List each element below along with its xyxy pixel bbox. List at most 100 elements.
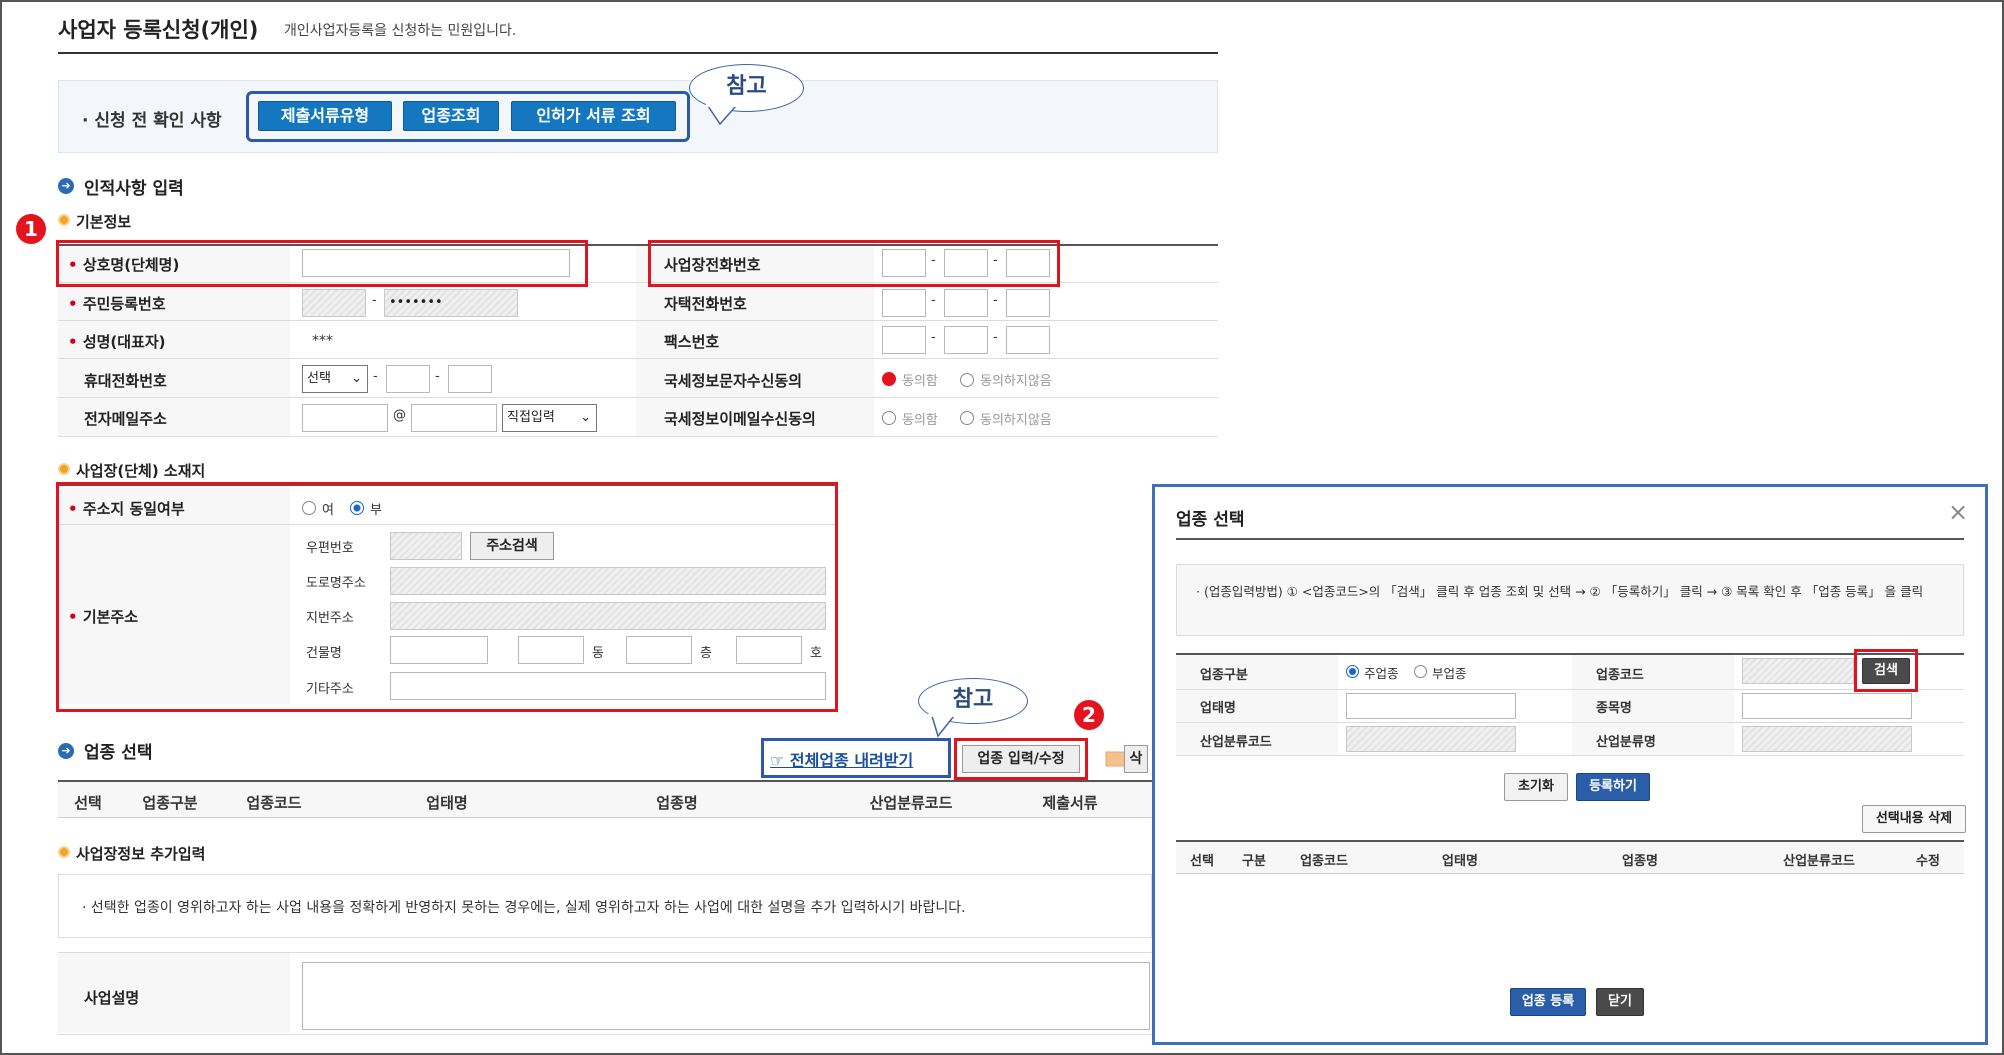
dash: - [372, 293, 377, 308]
row-rule [58, 397, 1218, 398]
subsection-bullet-icon [58, 214, 70, 226]
dash: - [373, 369, 378, 384]
industry-delete-button-partial[interactable]: 삭 [1124, 745, 1148, 773]
email-domain-select[interactable]: 직접입력 ⌄ [502, 404, 597, 432]
step-badge-2: 2 [1074, 700, 1104, 730]
permit-docs-lookup-button[interactable]: 인허가 서류 조회 [511, 101, 676, 131]
business-section-title: 업종 선택 [84, 743, 153, 763]
resident-number-front-input [302, 289, 366, 317]
resident-number-label: • 주민등록번호 [68, 295, 166, 313]
modal-biz-label: 업태명 [1200, 701, 1236, 716]
email-id-input[interactable] [302, 404, 388, 432]
sub-type-label: 부업종 [1432, 666, 1467, 681]
business-table-header [58, 782, 1152, 818]
mobile-last-input[interactable] [448, 365, 492, 393]
modal-industry-name-input [1742, 726, 1912, 752]
sms-consent-agree-radio[interactable] [882, 372, 896, 386]
section-bullet-icon: ➜ [58, 178, 74, 194]
modal-col-class-code: 산업분류코드 [1783, 854, 1855, 869]
fax-3-input[interactable] [1006, 326, 1050, 354]
sub-type-radio[interactable] [1414, 665, 1427, 678]
modal-guide-text: · (업종입력방법) ① <업종코드>의 「검색」 클릭 후 업종 조회 및 선… [1196, 584, 1924, 599]
dash: - [931, 293, 936, 308]
business-desc-textarea[interactable] [302, 962, 1150, 1030]
modal-industry-code-label: 산업분류코드 [1200, 735, 1272, 750]
title-divider [58, 52, 1218, 54]
dash: - [435, 369, 440, 384]
email-consent-disagree-label: 동의하지않음 [980, 413, 1052, 428]
main-type-radio[interactable] [1346, 665, 1359, 678]
email-consent-agree-radio[interactable] [882, 411, 896, 425]
row-rule [58, 1034, 1152, 1035]
fax-1-input[interactable] [882, 326, 926, 354]
industry-lookup-button[interactable]: 업종조회 [403, 101, 499, 131]
row-rule [1176, 722, 1964, 723]
modal-col-code: 업종코드 [1300, 854, 1348, 869]
mobile-middle-input[interactable] [386, 365, 430, 393]
callout-tail-1 [706, 104, 740, 126]
modal-biz-input[interactable] [1346, 693, 1516, 719]
modal-code-label: 업종코드 [1596, 668, 1644, 683]
sms-consent-label: 국세정보문자수신동의 [664, 372, 803, 390]
subsection-bullet-icon [58, 463, 70, 475]
row-rule [1176, 689, 1964, 690]
fax-label: 팩스번호 [664, 333, 720, 351]
modal-delete-selected-button[interactable]: 선택내용 삭제 [1862, 805, 1966, 833]
col-industry-type: 업종구분 [142, 794, 198, 812]
personal-section-title: 인적사항 입력 [84, 179, 184, 199]
modal-industry-name-label: 산업분류명 [1596, 735, 1656, 750]
callout-tail-2 [928, 714, 960, 738]
modal-title-rule [1176, 538, 1964, 540]
modal-reset-button[interactable]: 초기화 [1504, 773, 1568, 801]
modal-close-icon[interactable]: × [1948, 498, 1968, 526]
modal-type-label: 업종구분 [1200, 668, 1248, 683]
mobile-prefix-select[interactable]: 선택 ⌄ [302, 365, 368, 393]
business-desc-label: 사업설명 [84, 989, 140, 1007]
highlight-business-name [56, 240, 588, 287]
page-subtitle: 개인사업자등록을 신청하는 민원입니다. [284, 23, 517, 39]
extra-info-title: 사업장정보 추가입력 [76, 845, 206, 863]
modal-col-edit: 수정 [1916, 854, 1940, 869]
download-all-industries-link[interactable]: ☞ 전체업종 내려받기 [770, 747, 913, 771]
modal-col-biz-name: 업태명 [1442, 854, 1478, 869]
home-phone-label: 자택전화번호 [664, 295, 747, 313]
dash: - [993, 293, 998, 308]
sms-consent-agree-label: 동의함 [902, 374, 938, 389]
email-label: 전자메일주소 [84, 410, 167, 428]
modal-col-industry-name: 업종명 [1622, 854, 1658, 869]
modal-code-input [1742, 658, 1854, 684]
email-at-sign: @ [393, 408, 406, 423]
home-phone-1-input[interactable] [882, 289, 926, 317]
row-rule [58, 358, 1218, 359]
row-rule [58, 320, 1218, 321]
basic-info-title: 기본정보 [76, 213, 132, 231]
address-title: 사업장(단체) 소재지 [76, 462, 206, 480]
step-badge-1: 1 [16, 214, 46, 244]
home-phone-3-input[interactable] [1006, 289, 1050, 317]
sms-consent-disagree-label: 동의하지않음 [980, 374, 1052, 389]
email-consent-disagree-radio[interactable] [960, 411, 974, 425]
page-title: 사업자 등록신청(개인) [58, 18, 259, 42]
highlight-business-phone [648, 240, 1060, 287]
fax-2-input[interactable] [944, 326, 988, 354]
home-phone-2-input[interactable] [944, 289, 988, 317]
modal-col-select: 선택 [1190, 854, 1214, 869]
modal-industry-code-input [1346, 726, 1516, 752]
highlight-address [56, 482, 838, 712]
dash: - [931, 330, 936, 345]
modal-col-type: 구분 [1242, 854, 1266, 869]
modal-submit-button[interactable]: 업종 등록 [1510, 988, 1586, 1016]
col-industry-name: 업종명 [656, 794, 698, 812]
modal-close-button[interactable]: 닫기 [1596, 988, 1644, 1016]
modal-register-button[interactable]: 등록하기 [1576, 773, 1650, 801]
row-rule [1176, 755, 1964, 756]
email-consent-label: 국세정보이메일수신동의 [664, 410, 816, 428]
modal-title: 업종 선택 [1176, 510, 1245, 530]
main-type-label: 주업종 [1364, 666, 1399, 681]
sms-consent-disagree-radio[interactable] [960, 373, 974, 387]
modal-item-input[interactable] [1742, 693, 1912, 719]
highlight-industry-edit [954, 738, 1088, 780]
submit-docs-type-button[interactable]: 제출서류유형 [258, 101, 392, 131]
dash: - [993, 330, 998, 345]
email-domain-input[interactable] [411, 404, 497, 432]
